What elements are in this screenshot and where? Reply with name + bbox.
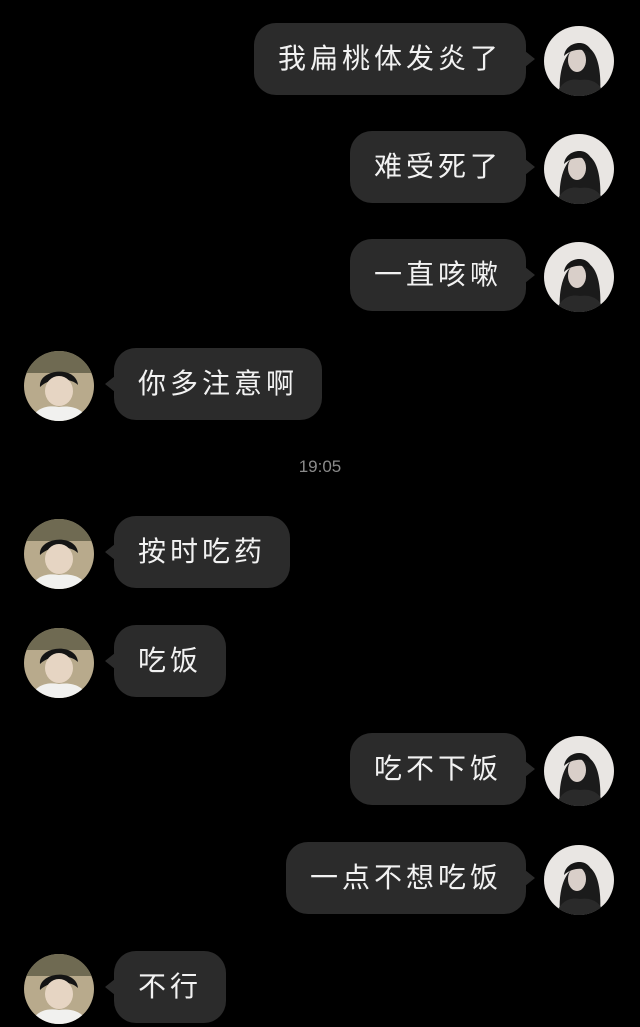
boy-avatar-icon[interactable] (24, 628, 94, 698)
message-bubble[interactable]: 你多注意啊 (104, 348, 323, 420)
message-row-received: 按时吃药 (0, 516, 640, 592)
message-bubble[interactable]: 我扁桃体发炎了 (253, 23, 536, 95)
girl-avatar-icon[interactable] (544, 845, 614, 915)
boy-avatar-icon[interactable] (24, 954, 94, 1024)
message-row-received: 吃饭 (0, 625, 640, 701)
message-bubble[interactable]: 按时吃药 (104, 516, 291, 588)
girl-avatar-icon[interactable] (544, 736, 614, 806)
message-row-sent: 我扁桃体发炎了 (0, 23, 640, 99)
message-bubble[interactable]: 一直咳嗽 (349, 239, 536, 311)
chat-thread: 我扁桃体发炎了 难受死了 一直咳嗽 你多注意啊 19:05 按时吃药 吃饭 吃不… (0, 0, 640, 1024)
message-row-sent: 一点不想吃饭 (0, 842, 640, 918)
message-row-sent: 一直咳嗽 (0, 239, 640, 315)
message-bubble[interactable]: 吃饭 (104, 625, 227, 697)
boy-avatar-icon[interactable] (24, 351, 94, 421)
message-bubble[interactable]: 不行 (104, 951, 227, 1023)
girl-avatar-icon[interactable] (544, 26, 614, 96)
message-row-sent: 难受死了 (0, 131, 640, 207)
girl-avatar-icon[interactable] (544, 134, 614, 204)
message-bubble[interactable]: 难受死了 (349, 131, 536, 203)
message-row-received: 你多注意啊 (0, 348, 640, 424)
message-timestamp: 19:05 (298, 457, 342, 476)
boy-avatar-icon[interactable] (24, 519, 94, 589)
message-bubble[interactable]: 一点不想吃饭 (285, 842, 536, 914)
message-row-sent: 吃不下饭 (0, 733, 640, 809)
girl-avatar-icon[interactable] (544, 242, 614, 312)
message-bubble[interactable]: 吃不下饭 (349, 733, 536, 805)
message-row-received: 不行 (0, 951, 640, 1027)
